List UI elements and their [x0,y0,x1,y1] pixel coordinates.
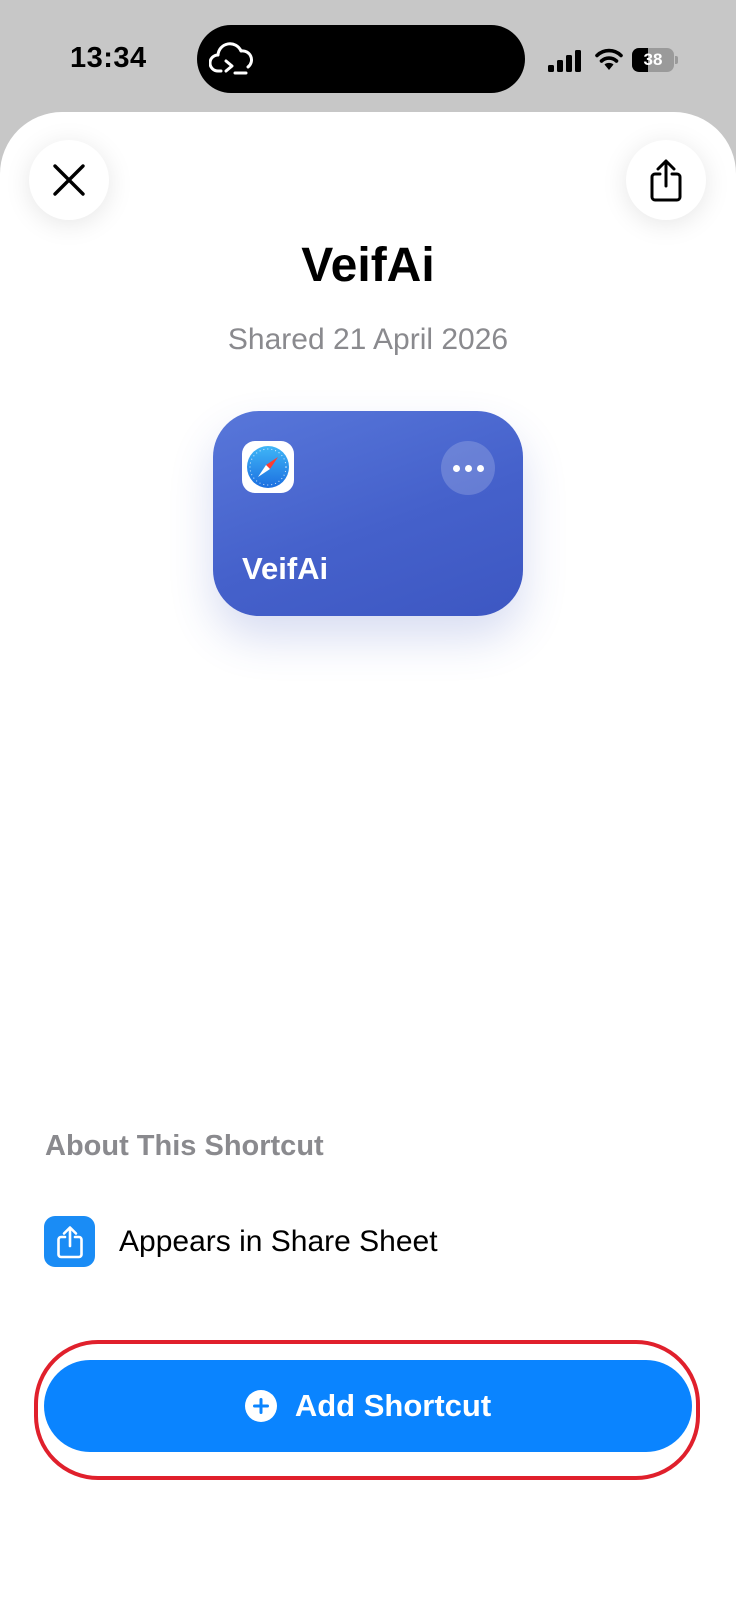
shortcut-card[interactable]: VeifAi [213,411,523,616]
ellipsis-icon [452,464,460,472]
battery-indicator: 38 [632,48,678,72]
add-shortcut-button[interactable]: Add Shortcut [44,1360,692,1452]
share-icon [650,159,682,202]
safari-compass-icon [242,441,294,493]
shared-date: Shared 21 April 2026 [227,323,509,356]
card-more-button[interactable] [441,441,495,495]
close-button[interactable] [29,140,109,220]
feature-label: Appears in Share Sheet [119,1225,438,1258]
card-label: VeifAi [242,551,329,586]
shortcut-title: VeifAi [301,239,435,292]
share-sheet-icon [44,1216,95,1267]
battery-level: 38 [643,50,663,69]
about-heading: About This Shortcut [45,1130,324,1162]
add-shortcut-label: Add Shortcut [294,1388,492,1423]
shortcut-sheet: VeifAi Shared 21 April 2026 VeifAi About… [0,112,736,1600]
share-button[interactable] [626,140,706,220]
close-icon [53,164,85,196]
dynamic-island [197,25,525,93]
status-time: 13:34 [70,42,147,74]
cellular-signal-icon [548,50,581,72]
feature-row-share-sheet: Appears in Share Sheet [44,1216,684,1268]
plus-circle-icon [244,1390,277,1422]
wifi-icon [595,48,623,70]
status-bar: 13:34 38 [0,0,736,115]
cloud-terminal-icon [209,42,253,75]
